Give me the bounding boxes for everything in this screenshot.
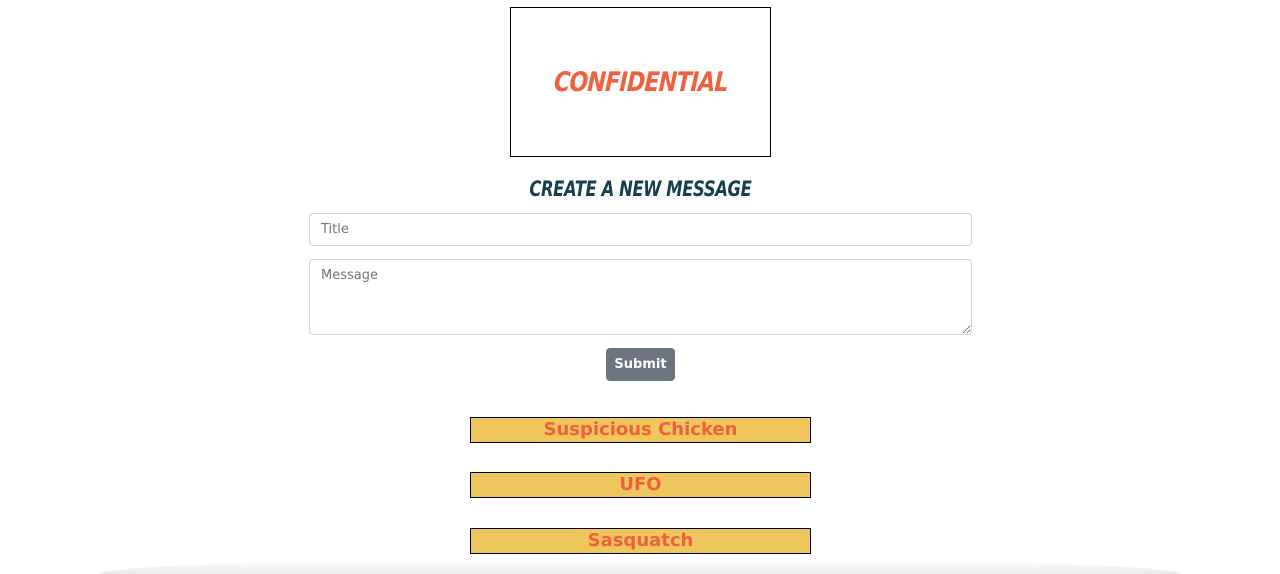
submit-button[interactable]: Submit	[606, 348, 675, 381]
message-item-sasquatch[interactable]: Sasquatch	[470, 528, 811, 554]
logo-text: Confidential	[552, 66, 729, 98]
bottom-shadow	[100, 558, 1180, 574]
message-item-suspicious-chicken[interactable]: Suspicious Chicken	[470, 417, 811, 443]
logo-box: Confidential	[510, 7, 771, 157]
form-heading-text: Create a New Message	[528, 177, 752, 201]
form-heading: Create a New Message	[0, 177, 1280, 201]
page: Confidential Create a New Message Submit…	[0, 0, 1280, 574]
message-item-ufo[interactable]: UFO	[470, 472, 811, 498]
message-input[interactable]	[309, 259, 972, 335]
title-input[interactable]	[309, 213, 972, 246]
